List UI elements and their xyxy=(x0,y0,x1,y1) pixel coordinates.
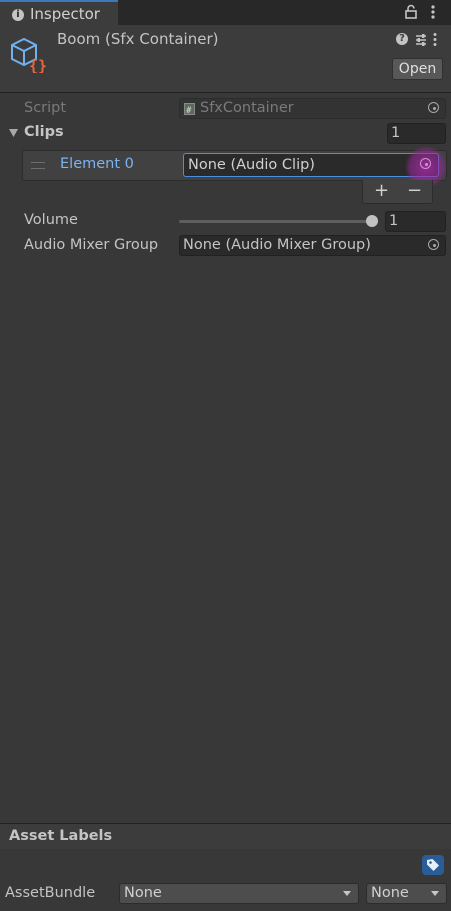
dropdown-arrow-icon xyxy=(431,891,439,896)
kebab-icon[interactable] xyxy=(431,32,439,47)
drag-handle-icon[interactable] xyxy=(31,162,45,169)
preset-icon[interactable] xyxy=(414,33,428,47)
svg-text:{}: {} xyxy=(29,57,47,73)
object-picker-icon[interactable] xyxy=(423,99,445,118)
object-picker-icon[interactable] xyxy=(423,236,445,255)
tab-inspector-label: Inspector xyxy=(30,5,100,23)
asset-labels-header[interactable]: Asset Labels xyxy=(0,823,451,849)
assetbundle-variant-dropdown[interactable]: None xyxy=(366,883,447,904)
clips-list: Element 0 None (Audio Clip) xyxy=(22,146,447,188)
mixer-group-field[interactable]: None (Audio Mixer Group) xyxy=(179,235,446,256)
asset-labels-title: Asset Labels xyxy=(9,828,113,844)
remove-element-button[interactable]: − xyxy=(407,180,422,201)
mixer-group-value: None (Audio Mixer Group) xyxy=(183,237,371,253)
audio-clip-field[interactable]: None (Audio Clip) xyxy=(183,153,439,177)
element-0-label: Element 0 xyxy=(60,156,134,172)
clips-label[interactable]: Clips xyxy=(24,124,64,140)
svg-text:#: # xyxy=(186,106,192,115)
script-field[interactable]: # SfxContainer xyxy=(179,98,446,119)
assetbundle-dropdown[interactable]: None xyxy=(119,883,359,904)
assetbundle-value: None xyxy=(124,885,162,901)
assetbundle-variant-value: None xyxy=(371,885,409,901)
tab-inspector[interactable]: i Inspector xyxy=(0,0,118,25)
object-header: {} Boom (Sfx Container) ? xyxy=(0,25,451,93)
menu-icon[interactable] xyxy=(428,4,438,20)
volume-value-field[interactable]: 1 xyxy=(385,211,446,232)
object-picker-icon[interactable] xyxy=(415,155,437,174)
foldout-arrow-icon[interactable] xyxy=(8,128,19,138)
mixer-group-label: Audio Mixer Group xyxy=(24,237,159,253)
script-object-icon: {} xyxy=(11,37,47,73)
open-button[interactable]: Open xyxy=(392,58,443,80)
volume-slider-track[interactable] xyxy=(179,220,375,223)
help-icon[interactable]: ? xyxy=(396,33,408,45)
script-file-icon: # xyxy=(184,103,195,115)
lock-icon[interactable] xyxy=(404,4,418,20)
tab-bar: i Inspector xyxy=(0,0,451,25)
info-icon: i xyxy=(12,9,24,21)
volume-label: Volume xyxy=(24,212,78,228)
dropdown-arrow-icon xyxy=(343,891,351,896)
assetbundle-label: AssetBundle xyxy=(5,885,96,901)
list-footer: + − xyxy=(362,180,433,204)
clips-size-field[interactable]: 1 xyxy=(387,123,446,144)
script-value: SfxContainer xyxy=(200,100,294,116)
add-element-button[interactable]: + xyxy=(374,180,389,201)
object-title: Boom (Sfx Container) xyxy=(57,30,219,48)
tag-icon[interactable] xyxy=(422,855,444,875)
volume-slider-thumb[interactable] xyxy=(366,215,378,227)
script-label: Script xyxy=(24,100,67,116)
